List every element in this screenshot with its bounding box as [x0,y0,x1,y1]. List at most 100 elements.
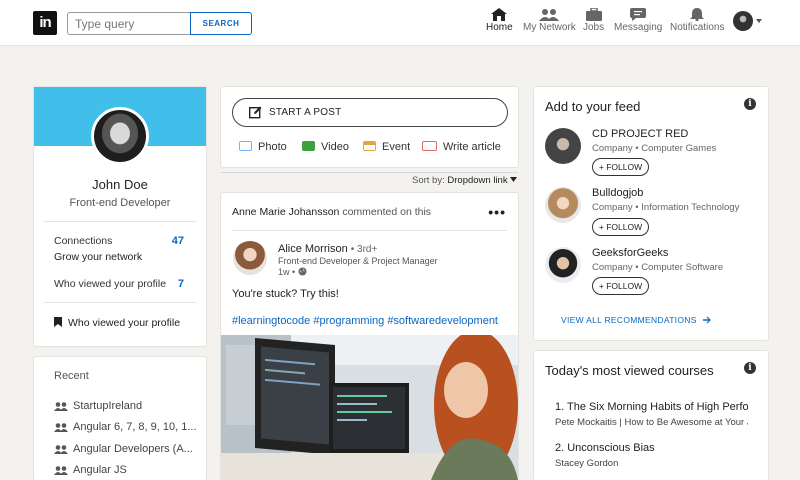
company-info: Company • Computer Games [592,143,717,154]
sort-dropdown[interactable]: Dropdown link [447,175,507,186]
company-info: Company • Information Technology [592,202,740,213]
group-icon [54,445,68,454]
office-photo [221,335,518,480]
profile-card: John Doe Front-end Developer Connections… [34,87,206,346]
profile-photo[interactable] [91,107,149,165]
profile-views-label[interactable]: Who viewed your profile [54,278,166,290]
connections-label[interactable]: Connections [54,235,112,247]
search-input[interactable] [67,12,192,35]
recent-item-label: Angular Developers (A... [73,443,193,455]
start-post-label: START A POST [269,107,342,118]
courses-title: Today's most viewed courses [545,363,714,378]
caret-down-icon [510,177,518,182]
recent-title: Recent [54,370,89,382]
connection-degree: • 3rd+ [350,244,378,255]
connections-count[interactable]: 47 [164,235,184,247]
nav-notifications[interactable]: Notifications [670,8,724,33]
post-composer: START A POST Photo Video Event Write art… [221,87,518,167]
event-label: Event [382,141,411,153]
photo-icon [239,141,252,151]
company-logo[interactable] [545,187,581,223]
group-icon [54,402,68,411]
video-icon [302,141,315,151]
profile-name[interactable]: John Doe [34,177,206,192]
video-action[interactable]: Video [302,141,349,153]
post-image[interactable] [221,335,518,480]
recent-item[interactable]: Angular Developers (A... [54,443,193,455]
profile-title: Front-end Developer [69,197,171,209]
home-icon [491,8,508,21]
profile-views-count[interactable]: 7 [164,278,184,290]
follow-button[interactable]: + FOLLOW [592,218,649,236]
start-post-button[interactable]: START A POST [232,98,508,127]
divider [44,221,196,222]
company-name[interactable]: CD PROJECT RED [592,128,688,140]
post-time-label: 1w • [278,267,296,277]
course-author: Pete Mockaitis | How to Be Awesome at Yo… [555,417,748,428]
calendar-icon [363,141,376,151]
view-all-recommendations-link[interactable]: VIEW ALL RECOMMENDATIONS [561,315,712,325]
recent-item[interactable]: Angular 6, 7, 8, 9, 10, 1... [54,421,197,433]
nav-my-network[interactable]: My Network [523,8,576,33]
more-options-icon[interactable]: ••• [488,204,506,220]
info-icon[interactable]: i [744,98,756,110]
follow-button[interactable]: + FOLLOW [592,277,649,295]
add-to-feed-card: Add to your feed i CD PROJECT RED Compan… [534,87,768,340]
divider [232,230,507,231]
recent-item-label: StartupIreland [73,400,143,412]
company-name[interactable]: GeeksforGeeks [592,247,668,259]
nav-jobs-label: Jobs [583,22,605,33]
nav-messaging-label: Messaging [614,22,663,33]
view-all-label: VIEW ALL RECOMMENDATIONS [561,315,697,325]
course-author: Stacey Gordon [555,458,619,469]
recent-card: Recent StartupIreland Angular 6, 7, 8, 9… [34,357,206,480]
post-time: 1w • [278,267,307,277]
divider [44,302,196,303]
nav-home[interactable]: Home [486,8,513,33]
feed-post: Anne Marie Johansson commented on this •… [221,193,518,480]
recent-item[interactable]: Angular JS [54,464,127,476]
linkedin-logo[interactable]: in [33,11,57,35]
search-button[interactable]: SEARCH [190,12,252,35]
company-name[interactable]: Bulldogjob [592,187,643,199]
event-action[interactable]: Event [363,141,410,153]
info-icon[interactable]: i [744,362,756,374]
bookmark-icon [54,317,62,327]
photo-action[interactable]: Photo [239,141,287,153]
company-logo[interactable] [545,128,581,164]
add-to-feed-title: Add to your feed [545,99,641,114]
message-icon [630,8,647,21]
author-name-line[interactable]: Alice Morrison • 3rd+ [278,243,377,255]
write-article-action[interactable]: Write article [422,141,501,153]
briefcase-icon [585,8,602,21]
recent-item-label: Angular JS [73,464,127,476]
sort-control[interactable]: Sort by: Dropdown link [412,175,518,186]
network-icon [539,9,560,21]
sort-label: Sort by: [412,175,445,186]
nav-notifications-label: Notifications [670,22,725,33]
recent-item[interactable]: StartupIreland [54,400,142,412]
author-avatar[interactable] [233,241,267,275]
post-text: You're stuck? Try this! [232,288,339,300]
author-title: Front-end Developer & Project Manager [278,256,438,266]
saved-items-link[interactable]: Who viewed your profile [54,317,180,329]
edit-icon [249,106,262,119]
activity-text: commented on this [342,206,432,218]
nav-jobs[interactable]: Jobs [583,8,604,33]
author-name[interactable]: Alice Morrison [278,243,348,255]
nav-messaging[interactable]: Messaging [614,8,662,33]
user-avatar[interactable] [733,11,753,31]
course-title[interactable]: 2. Unconscious Bias [555,442,748,454]
course-title[interactable]: 1. The Six Morning Habits of High Perfor [555,401,748,413]
nav-home-label: Home [486,22,513,33]
company-info: Company • Computer Software [592,262,724,273]
photo-label: Photo [258,141,287,153]
video-label: Video [321,141,349,153]
divider [221,172,518,173]
activity-actor[interactable]: Anne Marie Johansson [232,206,339,218]
chevron-down-icon[interactable] [756,19,762,23]
post-hashtags[interactable]: #learningtocode #programming #softwarede… [232,315,498,327]
company-logo[interactable] [545,247,581,283]
grow-network-link[interactable]: Grow your network [54,251,142,263]
follow-button[interactable]: + FOLLOW [592,158,649,176]
